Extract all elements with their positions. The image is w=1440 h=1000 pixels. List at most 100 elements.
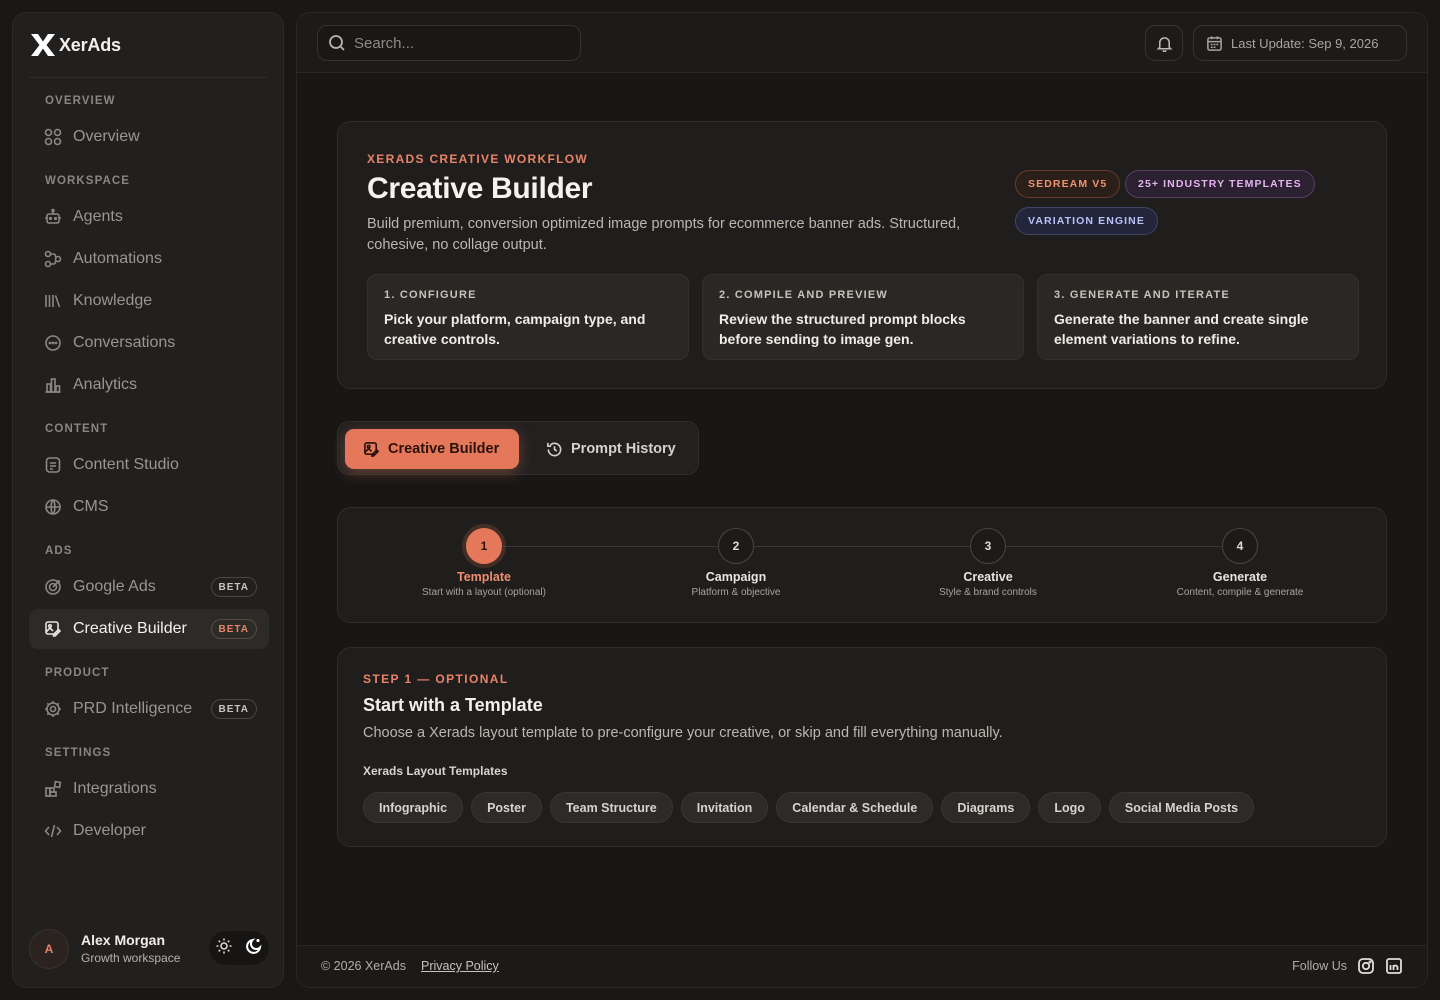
stepper-step-generate[interactable]: 4 Generate Content, compile & generate bbox=[1130, 528, 1350, 598]
sidebar-item-label: Conversations bbox=[73, 334, 176, 351]
image-edit-icon bbox=[43, 619, 63, 639]
sidebar-item-integrations[interactable]: Integrations bbox=[29, 769, 269, 809]
section-label-workspace: WORKSPACE bbox=[45, 175, 131, 187]
tab-prompt-history[interactable]: Prompt History bbox=[528, 429, 694, 469]
library-icon bbox=[43, 291, 63, 311]
sidebar-item-analytics[interactable]: Analytics bbox=[29, 365, 269, 405]
section-label-settings: SETTINGS bbox=[45, 747, 112, 759]
xerads-logo-icon bbox=[31, 34, 55, 56]
sidebar-item-content-studio[interactable]: Content Studio bbox=[29, 445, 269, 485]
workflow-step-card: 2. COMPILE AND PREVIEW Review the struct… bbox=[702, 274, 1024, 360]
step-subtitle: Platform & objective bbox=[691, 587, 781, 598]
template-chip-diagrams[interactable]: Diagrams bbox=[941, 792, 1031, 823]
sidebar-item-label: Google Ads bbox=[73, 578, 156, 595]
step-subtitle: Style & brand controls bbox=[939, 587, 1037, 598]
beta-badge: BETA bbox=[210, 577, 257, 597]
stepper-step-template[interactable]: 1 Template Start with a layout (optional… bbox=[374, 528, 594, 598]
search-input[interactable] bbox=[354, 34, 554, 52]
notifications-button[interactable] bbox=[1145, 25, 1183, 61]
code-icon bbox=[43, 821, 63, 841]
sidebar-item-agents[interactable]: Agents bbox=[29, 197, 269, 237]
step-subtitle: Start with a layout (optional) bbox=[422, 587, 546, 598]
templates-label: Xerads Layout Templates bbox=[363, 764, 508, 778]
template-chip-logo[interactable]: Logo bbox=[1038, 792, 1101, 823]
sidebar-item-conversations[interactable]: Conversations bbox=[29, 323, 269, 363]
step-subtitle: Content, compile & generate bbox=[1176, 587, 1304, 598]
sun-icon[interactable] bbox=[215, 937, 233, 960]
grid-icon bbox=[43, 127, 63, 147]
tab-label: Creative Builder bbox=[388, 441, 500, 457]
follow-us-label: Follow Us bbox=[1292, 959, 1347, 973]
user-profile[interactable]: A Alex Morgan Growth workspace bbox=[29, 925, 269, 973]
workflow-step-desc: Review the structured prompt blocks befo… bbox=[719, 311, 966, 347]
workflow-step-desc: Generate the banner and create single el… bbox=[1054, 311, 1309, 347]
privacy-policy-link[interactable]: Privacy Policy bbox=[421, 959, 499, 973]
stepper-step-campaign[interactable]: 2 Campaign Platform & objective bbox=[626, 528, 846, 598]
section-label-product: PRODUCT bbox=[45, 667, 110, 679]
search-box[interactable] bbox=[317, 25, 581, 61]
instagram-icon[interactable] bbox=[1357, 957, 1377, 977]
sidebar-item-label: PRD Intelligence bbox=[73, 700, 193, 717]
stepper-step-creative[interactable]: 3 Creative Style & brand controls bbox=[878, 528, 1098, 598]
sidebar-item-automations[interactable]: Automations bbox=[29, 239, 269, 279]
template-chip-team-structure[interactable]: Team Structure bbox=[549, 792, 673, 823]
beta-badge: BETA bbox=[210, 619, 257, 639]
brand-logo[interactable]: XerAds bbox=[29, 31, 121, 59]
section-title: Start with a Template bbox=[363, 695, 543, 715]
sidebar-item-label: Content Studio bbox=[73, 456, 179, 473]
sidebar-item-developer[interactable]: Developer bbox=[29, 811, 269, 851]
sidebar-item-label: Analytics bbox=[73, 376, 138, 393]
step-number: 3 bbox=[970, 528, 1006, 564]
sidebar-item-creative-builder[interactable]: Creative Builder BETA bbox=[29, 609, 269, 649]
stepper-track bbox=[484, 546, 1240, 547]
user-workspace: Growth workspace bbox=[81, 951, 181, 965]
image-edit-icon bbox=[364, 441, 380, 457]
template-chip-infographic[interactable]: Infographic bbox=[363, 792, 464, 823]
templates-badge: 25+ INDUSTRY TEMPLATES bbox=[1125, 170, 1315, 198]
tab-label: Prompt History bbox=[571, 441, 676, 457]
hero-description: Build premium, conversion optimized imag… bbox=[367, 216, 961, 253]
step-title: Template bbox=[457, 570, 511, 584]
moon-icon[interactable] bbox=[245, 937, 263, 960]
sidebar-item-overview[interactable]: Overview bbox=[29, 117, 269, 157]
sidebar-item-label: Overview bbox=[73, 128, 140, 145]
step-title: Generate bbox=[1212, 570, 1268, 584]
section-eyebrow: STEP 1 — OPTIONAL bbox=[363, 672, 509, 686]
sidebar-item-label: Integrations bbox=[73, 780, 157, 797]
globe-icon bbox=[43, 497, 63, 517]
template-chips: Infographic Poster Team Structure Invita… bbox=[363, 792, 1255, 823]
sidebar-item-cms[interactable]: CMS bbox=[29, 487, 269, 527]
sidebar-item-label: Knowledge bbox=[73, 292, 153, 309]
step-number: 2 bbox=[718, 528, 754, 564]
topbar: Last Update: Sep 9, 2026 bbox=[297, 13, 1427, 73]
sidebar-item-label: Automations bbox=[73, 250, 162, 267]
calendar-icon bbox=[1207, 35, 1222, 51]
view-tabs: Creative Builder Prompt History bbox=[337, 421, 699, 475]
hero-eyebrow: XERADS CREATIVE WORKFLOW bbox=[367, 152, 588, 166]
history-icon bbox=[547, 442, 562, 456]
tab-creative-builder[interactable]: Creative Builder bbox=[345, 429, 519, 469]
search-icon bbox=[329, 35, 345, 51]
hero-card: XERADS CREATIVE WORKFLOW Creative Builde… bbox=[337, 121, 1387, 389]
sidebar-item-knowledge[interactable]: Knowledge bbox=[29, 281, 269, 321]
avatar[interactable]: A bbox=[29, 929, 69, 969]
sidebar-item-prd-intelligence[interactable]: PRD Intelligence BETA bbox=[29, 689, 269, 729]
copyright: © 2026 XerAds bbox=[321, 959, 406, 973]
workflow-step-title: 1. CONFIGURE bbox=[384, 289, 477, 301]
template-chip-poster[interactable]: Poster bbox=[471, 792, 542, 823]
linkedin-icon[interactable] bbox=[1385, 957, 1405, 977]
main-content: Last Update: Sep 9, 2026 XERADS CREATIVE… bbox=[296, 12, 1428, 988]
workflow-step-title: 2. COMPILE AND PREVIEW bbox=[719, 289, 889, 301]
last-update-badge: Last Update: Sep 9, 2026 bbox=[1193, 25, 1407, 61]
theme-toggle[interactable] bbox=[209, 931, 269, 965]
target-icon bbox=[43, 577, 63, 597]
page-title: Creative Builder bbox=[367, 172, 593, 205]
template-chip-calendar-schedule[interactable]: Calendar & Schedule bbox=[776, 792, 934, 823]
sidebar-item-google-ads[interactable]: Google Ads BETA bbox=[29, 567, 269, 607]
template-chip-invitation[interactable]: Invitation bbox=[680, 792, 769, 823]
step-number: 4 bbox=[1222, 528, 1258, 564]
template-chip-social-media-posts[interactable]: Social Media Posts bbox=[1108, 792, 1255, 823]
workflow-step-card: 3. GENERATE AND ITERATE Generate the ban… bbox=[1037, 274, 1359, 360]
progress-stepper: 1 Template Start with a layout (optional… bbox=[337, 507, 1387, 623]
workflow-step-desc: Pick your platform, campaign type, and c… bbox=[384, 311, 646, 347]
